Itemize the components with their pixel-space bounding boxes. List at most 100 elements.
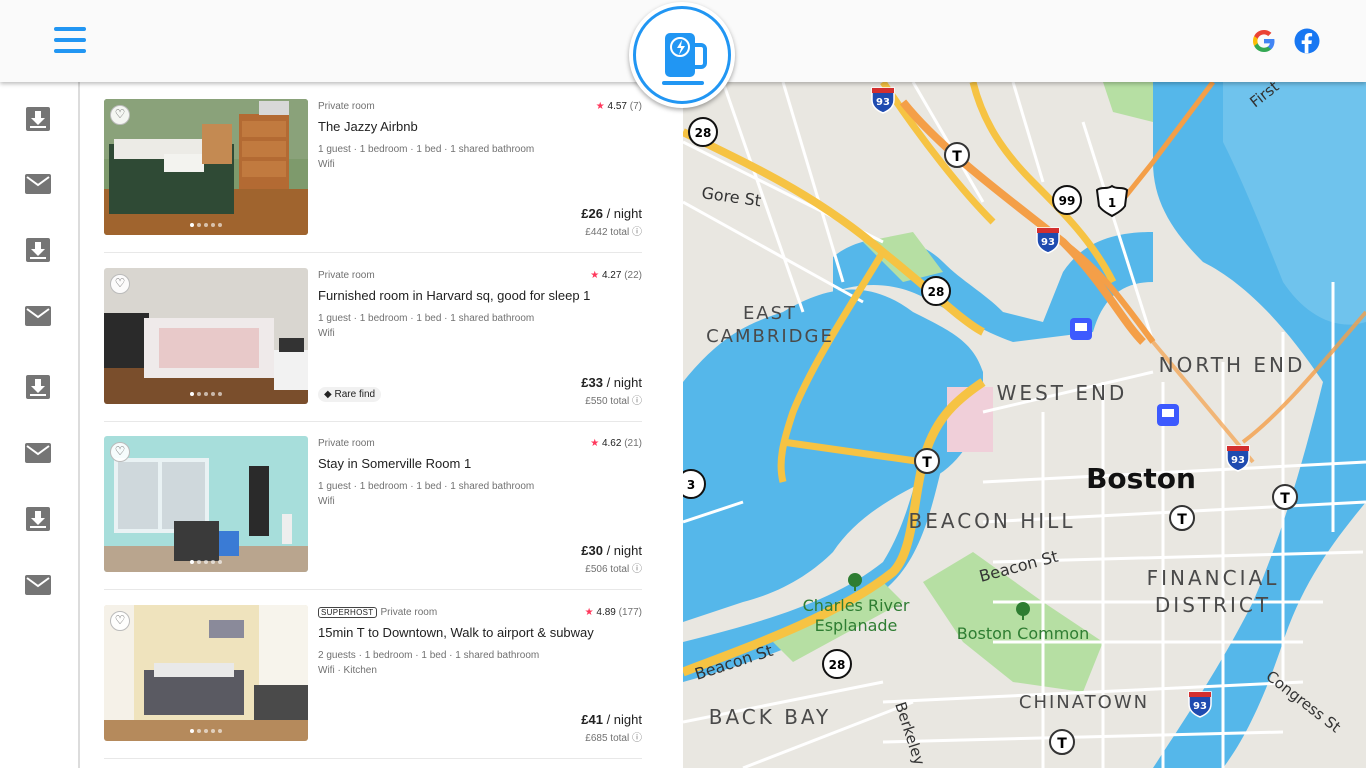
listing-rating: ★ 4.89 (177) [585,607,642,618]
info-icon[interactable]: ⓘ [632,564,642,575]
park-label: Boston Common [957,624,1089,643]
t-station-icon[interactable]: T [1169,505,1195,531]
route-28-shield: 28 [688,117,718,147]
listing-title[interactable]: Stay in Somerville Room 1 [318,456,471,471]
shield-label: 28 [829,658,846,672]
listing-title[interactable]: 15min T to Downtown, Walk to airport & s… [318,625,594,640]
shield-label: 3 [687,478,695,492]
listing-type: SUPERHOST Private room [318,607,437,618]
listing-card[interactable]: ♡ Private room ★ 4.57 (7) The Jazzy Airb… [104,99,642,253]
price-value: £41 [581,712,603,727]
download-icon[interactable] [24,373,52,401]
mail-icon[interactable] [24,302,52,330]
park-label: Charles River [803,596,910,615]
map-view[interactable]: 93 93 93 93 28 28 28 99 3 1 T T T T T Go… [683,82,1366,768]
listing-photo[interactable]: ♡ [104,605,308,741]
photo-pagination-dots [104,223,308,227]
shield-label: 28 [928,285,945,299]
listing-amenities: Wifi [318,496,335,507]
photo-pagination-dots [104,560,308,564]
heart-icon[interactable]: ♡ [110,442,130,462]
route-28-shield: 28 [921,276,951,306]
city-label: Boston [1086,462,1196,495]
t-station-icon[interactable]: T [914,448,940,474]
price-unit: / night [602,712,642,727]
heart-icon[interactable]: ♡ [110,611,130,631]
mail-icon[interactable] [24,571,52,599]
neighborhood-label: BACK BAY [709,705,832,729]
listing-title[interactable]: Furnished room in Harvard sq, good for s… [318,288,590,303]
app-logo[interactable] [629,2,735,108]
listing-details: 2 guests · 1 bedroom · 1 bed · 1 shared … [318,650,540,661]
listing-type: Private room [318,101,375,112]
rating-value: 4.89 [596,607,616,618]
listing-details: 1 guest · 1 bedroom · 1 bed · 1 shared b… [318,144,535,155]
heart-icon[interactable]: ♡ [110,105,130,125]
charging-mug-icon [633,6,731,104]
info-icon[interactable]: ⓘ [632,227,642,238]
price-value: £26 [581,206,603,221]
price-unit: / night [602,375,642,390]
t-station-icon[interactable]: T [1049,729,1075,755]
sidebar [0,82,80,768]
info-icon[interactable]: ⓘ [632,733,642,744]
download-icon[interactable] [24,236,52,264]
mail-icon[interactable] [24,170,52,198]
shield-label: 93 [1193,701,1207,712]
route-99-shield: 99 [1052,185,1082,215]
listing-amenities: Wifi [318,159,335,170]
download-icon[interactable] [24,105,52,133]
facebook-icon[interactable] [1294,28,1320,54]
listing-total: £550 total ⓘ [585,392,642,407]
listing-photo[interactable]: ♡ [104,268,308,404]
google-icon[interactable] [1251,28,1277,54]
review-count: (22) [624,270,642,281]
svg-text:T: T [922,455,932,471]
shield-label: 28 [695,126,712,140]
mail-icon[interactable] [24,439,52,467]
listing-rating: ★ 4.27 (22) [590,270,642,281]
train-icon[interactable] [1157,404,1179,426]
price-unit: / night [602,543,642,558]
price-value: £33 [581,375,603,390]
train-icon[interactable] [1070,318,1092,340]
listing-card[interactable]: ♡ SUPERHOST Private room ★ 4.89 (177) 15m… [104,605,642,759]
listing-total: £506 total ⓘ [585,560,642,575]
svg-text:T: T [1057,736,1067,752]
listing-total: £442 total ⓘ [585,223,642,238]
listing-title[interactable]: The Jazzy Airbnb [318,119,418,134]
listing-price: £33 / night [581,375,642,390]
listing-photo[interactable]: ♡ [104,99,308,235]
neighborhood-label: BEACON HILL [909,509,1076,533]
listing-card[interactable]: ♡ Private room ★ 4.62 (21) Stay in Somer… [104,436,642,590]
star-icon: ★ [584,607,594,618]
price-unit: / night [602,206,642,221]
listing-rating: ★ 4.62 (21) [590,438,642,449]
review-count: (177) [618,607,642,618]
listing-panel: ♡ Private room ★ 4.57 (7) The Jazzy Airb… [80,82,683,768]
neighborhood-label: DISTRICT [1155,593,1271,617]
listing-amenities: Wifi · Kitchen [318,665,377,676]
star-icon: ★ [595,101,605,112]
rating-value: 4.27 [601,270,622,281]
neighborhood-label: EAST [743,303,797,324]
listing-photo[interactable]: ♡ [104,436,308,572]
total-value: £685 total [585,733,630,744]
t-station-icon[interactable]: T [1272,484,1298,510]
rating-value: 4.62 [601,438,622,449]
shield-label: 93 [1231,455,1245,466]
download-icon[interactable] [24,505,52,533]
photo-pagination-dots [104,729,308,733]
heart-icon[interactable]: ♡ [110,274,130,294]
listing-total: £685 total ⓘ [585,729,642,744]
svg-text:T: T [1280,491,1290,507]
park-label: Esplanade [815,616,898,635]
hamburger-icon[interactable] [54,27,86,55]
svg-text:T: T [952,149,962,165]
route-28-shield: 28 [822,649,852,679]
svg-text:T: T [1177,512,1187,528]
t-station-icon[interactable]: T [944,142,970,168]
info-icon[interactable]: ⓘ [632,396,642,407]
listing-card[interactable]: ♡ Private room ★ 4.27 (22) Furnished roo… [104,268,642,422]
neighborhood-label: WEST END [997,381,1128,405]
